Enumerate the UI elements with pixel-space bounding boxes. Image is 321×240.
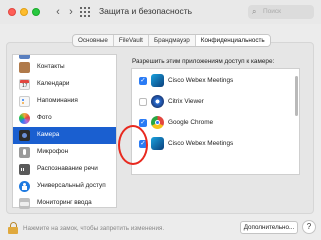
sidebar-item-camera[interactable]: Камера: [13, 127, 116, 144]
help-button[interactable]: ?: [302, 220, 316, 234]
sidebar-item-contacts[interactable]: Контакты: [13, 59, 116, 76]
app-name: Cisco Webex Meetings: [168, 77, 234, 84]
title-bar: ‹ › Защита и безопасность ⌕ Поиск: [0, 0, 321, 24]
app-row-citrix[interactable]: Citrix Viewer: [132, 92, 292, 112]
highlight-circle: [118, 125, 148, 165]
citrix-icon: [151, 95, 164, 108]
camera-app-list[interactable]: ✓ Cisco Webex Meetings Citrix Viewer ✓ G…: [131, 68, 300, 175]
sidebar-item-accessibility[interactable]: Универсальный доступ: [13, 178, 116, 195]
app-list-scrollbar[interactable]: [295, 76, 298, 116]
chrome-checkbox[interactable]: ✓: [139, 119, 147, 127]
sidebar-item-label: Календари: [37, 80, 70, 87]
advanced-button[interactable]: Дополнительно...: [240, 221, 298, 234]
app-row-webex[interactable]: ✓ Cisco Webex Meetings: [132, 71, 292, 91]
search-placeholder: Поиск: [263, 8, 282, 15]
camera-access-prompt: Разрешить этим приложениям доступ к каме…: [132, 58, 275, 65]
search-icon: ⌕: [252, 7, 257, 16]
sidebar-item-label: Микрофон: [37, 148, 69, 155]
sidebar-item-label: Фото: [37, 114, 52, 121]
tab-filevault[interactable]: FileVault: [114, 35, 149, 46]
app-row-webex-2[interactable]: ✓ Cisco Webex Meetings: [132, 134, 292, 154]
minimize-window-button[interactable]: [20, 8, 28, 16]
tab-general[interactable]: Основные: [73, 35, 114, 46]
camera-icon: [19, 130, 30, 141]
window-title: Защита и безопасность: [99, 6, 193, 16]
sidebar-item-microphone[interactable]: Микрофон: [13, 144, 116, 161]
calendar-icon: 17: [19, 79, 30, 90]
input-monitoring-icon: [19, 198, 30, 209]
lock-icon[interactable]: [8, 222, 18, 234]
sidebar-item-label: Распознавание речи: [37, 165, 98, 172]
contacts-icon: [19, 62, 30, 73]
app-row-chrome[interactable]: ✓ Google Chrome: [132, 113, 292, 133]
back-button[interactable]: ‹: [51, 5, 65, 19]
sidebar-item-label: Универсальный доступ: [37, 182, 106, 189]
search-field[interactable]: ⌕ Поиск: [248, 5, 314, 19]
show-all-grid-icon[interactable]: [80, 7, 90, 17]
sidebar-item-label: Мониторинг ввода: [37, 199, 92, 206]
accessibility-icon: [19, 181, 30, 192]
webex-checkbox[interactable]: ✓: [139, 77, 147, 85]
sidebar-item-calendars[interactable]: 17 Календари: [13, 76, 116, 93]
reminders-icon: [19, 96, 30, 107]
sidebar-item-label: Напоминания: [37, 97, 78, 104]
lock-hint: Нажмите на замок, чтобы запретить измене…: [23, 225, 165, 232]
webex-icon: [151, 74, 164, 87]
sidebar-item-input-monitoring[interactable]: Мониторинг ввода: [13, 195, 116, 212]
chrome-icon: [151, 116, 164, 129]
webex-icon: [151, 137, 164, 150]
sidebar-item-speech-recognition[interactable]: Распознавание речи: [13, 161, 116, 178]
tab-privacy[interactable]: Конфиденциальность: [195, 35, 270, 46]
speech-recognition-icon: [19, 164, 30, 175]
photos-icon: [19, 113, 30, 124]
app-name: Google Chrome: [168, 119, 214, 126]
sidebar-item-photos[interactable]: Фото: [13, 110, 116, 127]
preferences-window: ‹ › Защита и безопасность ⌕ Поиск Основн…: [0, 0, 321, 240]
microphone-icon: [19, 147, 30, 158]
tab-firewall[interactable]: Брандмауэр: [149, 35, 196, 46]
app-name: Citrix Viewer: [168, 98, 204, 105]
tab-bar: Основные FileVault Брандмауэр Конфиденци…: [72, 34, 271, 47]
app-name: Cisco Webex Meetings: [168, 140, 234, 147]
zoom-window-button[interactable]: [32, 8, 40, 16]
close-window-button[interactable]: [8, 8, 16, 16]
sidebar-item-label: Контакты: [37, 63, 65, 70]
citrix-checkbox[interactable]: [139, 98, 147, 106]
forward-button[interactable]: ›: [64, 5, 78, 19]
sidebar-item-reminders[interactable]: Напоминания: [13, 93, 116, 110]
sidebar-item-label: Камера: [37, 131, 60, 138]
privacy-category-list[interactable]: Контакты 17 Календари Напоминания Фото К…: [12, 54, 117, 209]
